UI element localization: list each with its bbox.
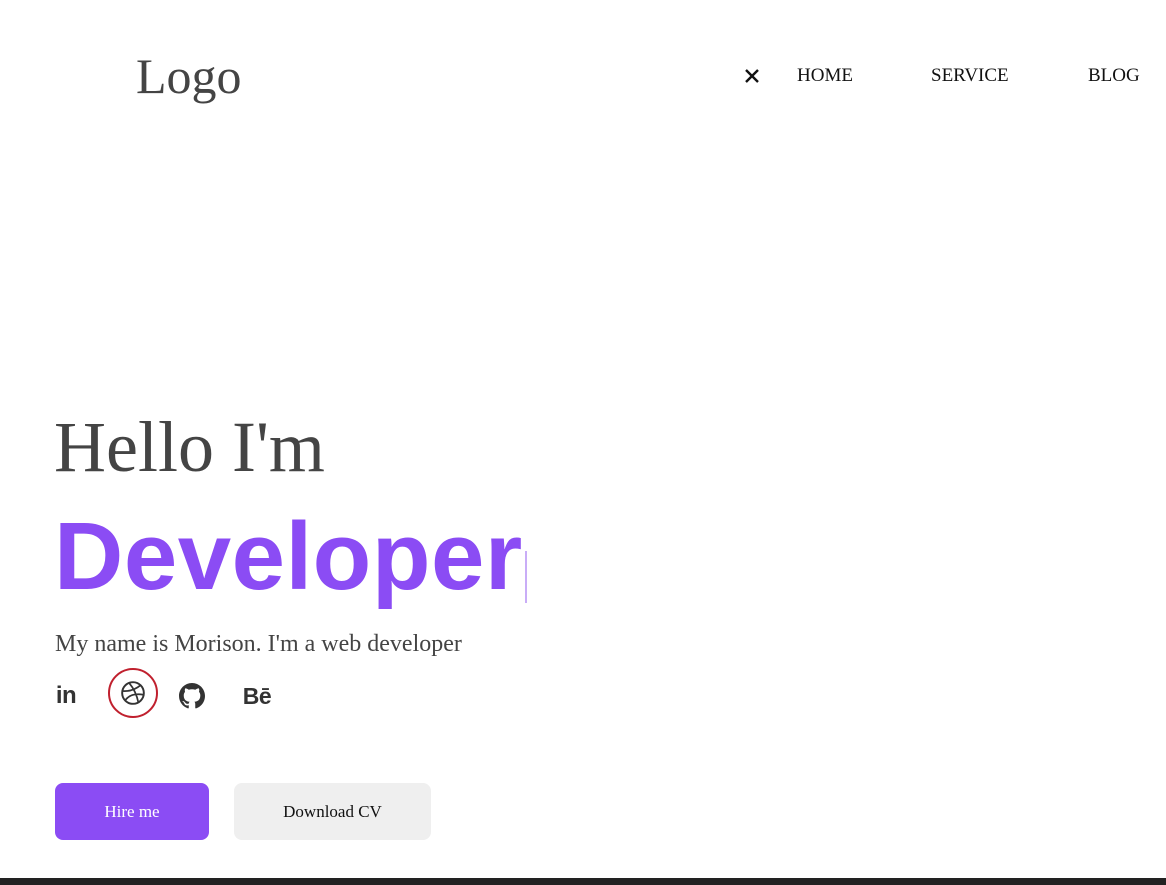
hero-role-line: Developer [54,502,527,612]
close-menu-button[interactable] [740,62,764,90]
github-link[interactable] [178,676,206,716]
hero-greeting: Hello I'm [54,407,325,487]
dribbble-icon [121,681,145,705]
download-cv-button[interactable]: Download CV [234,783,431,840]
linkedin-link[interactable]: in [52,676,80,716]
github-icon [179,683,205,709]
dribbble-link[interactable] [108,668,158,718]
linkedin-icon: in [55,682,77,709]
hero-role: Developer [54,503,523,610]
behance-link[interactable]: Bē [240,676,274,716]
close-icon [745,69,759,83]
logo[interactable]: Logo [136,46,242,106]
hero-tagline: My name is Morison. I'm a web developer [55,631,462,657]
nav-blog-link[interactable]: BLOG [1088,64,1140,88]
nav-home-link[interactable]: HOME [797,64,853,88]
typing-cursor [524,551,527,603]
bottom-bar [0,878,1166,885]
behance-icon: Bē [242,682,272,709]
hire-me-button[interactable]: Hire me [55,783,209,840]
nav-service-link[interactable]: SERVICE [931,64,1009,88]
